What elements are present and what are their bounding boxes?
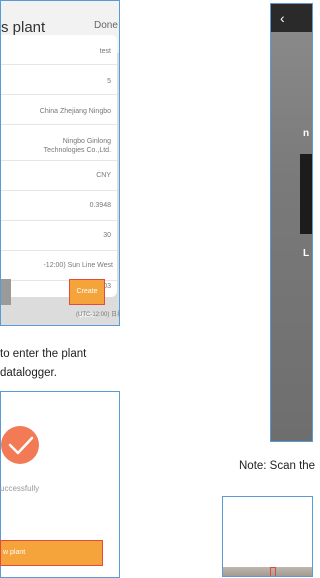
done-button[interactable]: Done (94, 20, 118, 31)
plant-form: test 5 China Zhejiang Ningbo Ningbo Ginl… (1, 35, 117, 297)
form-row-tilt[interactable]: 30 (1, 221, 117, 251)
cancel-button[interactable] (1, 279, 11, 305)
device-photo (223, 567, 312, 576)
view-plant-button[interactable]: w plant (0, 540, 103, 566)
form-row-currency[interactable]: CNY (1, 161, 117, 191)
currency-value: CNY (96, 172, 111, 179)
view-plant-label: w plant (3, 549, 26, 556)
create-plant-screenshot: s plant Done test 5 China Zhejiang Ningb… (0, 0, 120, 326)
create-plant-label: Create plant (76, 288, 98, 319)
scan-frame (300, 154, 312, 234)
scan-photo-screenshot (222, 496, 313, 577)
instruction-caption-right: Note: Scan the (239, 460, 316, 472)
tilt-value: 30 (103, 232, 111, 239)
timezone-value: -12:00) Sun Line West (43, 262, 113, 269)
timezone-footer: (UTC-12:00) 日界线西 (76, 312, 119, 318)
form-row-capacity[interactable]: 5 (1, 65, 117, 95)
page-title: s plant (1, 19, 46, 36)
price-value: 0.3948 (89, 202, 111, 209)
form-row-price[interactable]: 0.3948 (1, 191, 117, 221)
scan-label-top: n (303, 128, 310, 139)
capacity-value: 5 (107, 78, 111, 85)
company-value: Ningbo Ginlong Technologies Co.,Ltd. (43, 138, 111, 154)
camera-top-bar: ‹ (271, 4, 312, 32)
form-row-company[interactable]: Ningbo Ginlong Technologies Co.,Ltd. (1, 125, 117, 161)
form-row-plant-name[interactable]: test (1, 35, 117, 65)
check-icon (1, 426, 39, 464)
plant-name-value: test (99, 48, 111, 55)
form-row-location[interactable]: China Zhejiang Ningbo (1, 95, 117, 125)
location-value: China Zhejiang Ningbo (39, 108, 111, 115)
form-row-timezone[interactable]: -12:00) Sun Line West (1, 251, 117, 281)
chevron-left-icon[interactable]: ‹ (280, 10, 285, 26)
highlight-marker (270, 567, 276, 576)
success-message: uccessfully (0, 484, 40, 493)
scan-screenshot: ‹ n L (270, 3, 313, 442)
create-plant-button[interactable]: Create plant (69, 279, 105, 319)
instruction-caption-left: to enter the plant datalogger. (0, 348, 87, 379)
scan-label-bottom: L (303, 248, 310, 259)
